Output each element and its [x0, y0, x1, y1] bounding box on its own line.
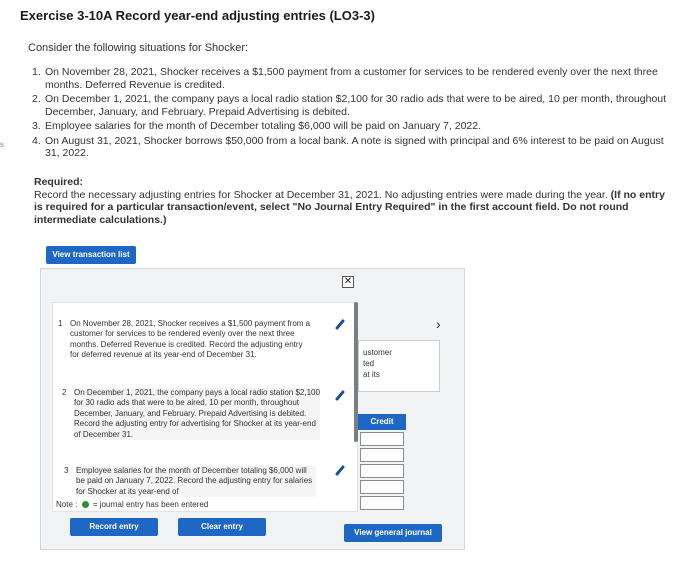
situation-number: 3.	[32, 120, 41, 132]
card-line: ted	[363, 359, 375, 368]
credit-input[interactable]	[360, 464, 404, 478]
transaction-item-3[interactable]: 3 Employee salaries for the month of Dec…	[64, 466, 316, 498]
transaction-text: On December 1, 2021, the company pays a …	[74, 388, 320, 439]
transaction-item-2[interactable]: 2 On December 1, 2021, the company pays …	[62, 388, 320, 441]
note-label: Note :	[56, 500, 78, 509]
credit-input[interactable]	[360, 448, 404, 462]
view-transaction-list-button[interactable]: View transaction list	[46, 246, 136, 264]
page-title: Exercise 3-10A Record year-end adjusting…	[20, 8, 375, 23]
situation-item: 1. On November 28, 2021, Shocker receives…	[32, 66, 672, 91]
intro-text: Consider the following situations for Sh…	[28, 42, 249, 54]
credit-column-header: Credit	[358, 414, 406, 430]
situation-text: Employee salaries for the month of Decem…	[45, 120, 482, 132]
required-text: Record the necessary adjusting entries f…	[34, 188, 608, 201]
transaction-text: Employee salaries for the month of Decem…	[76, 466, 313, 496]
chevron-right-icon[interactable]: ›	[436, 316, 441, 332]
situation-item: 2. On December 1, 2021, the company pays …	[32, 93, 672, 118]
situation-item: 3. Employee salaries for the month of Dec…	[32, 120, 672, 133]
transaction-text: On November 28, 2021, Shocker receives a…	[70, 319, 311, 360]
transaction-index: 1	[58, 319, 63, 328]
credit-input[interactable]	[360, 432, 404, 446]
close-icon[interactable]: ✕	[342, 276, 354, 288]
situation-text: On August 31, 2021, Shocker borrows $50,…	[45, 134, 664, 160]
transaction-index: 3	[64, 466, 69, 475]
situation-list: 1. On November 28, 2021, Shocker receives…	[32, 66, 672, 162]
situation-text: On November 28, 2021, Shocker receives a…	[45, 66, 658, 91]
credit-input[interactable]	[360, 480, 404, 494]
note-text: = journal entry has been entered	[92, 500, 209, 509]
entered-dot-icon	[81, 501, 89, 509]
situation-item: 4. On August 31, 2021, Shocker borrows $5…	[32, 135, 672, 160]
credit-input[interactable]	[360, 496, 404, 510]
transaction-index: 2	[62, 388, 67, 397]
transaction-item-1[interactable]: 1 On November 28, 2021, Shocker receives…	[58, 319, 314, 361]
view-general-journal-button[interactable]: View general journal	[344, 524, 442, 542]
required-heading: Required:	[34, 176, 84, 188]
card-line: at its	[363, 370, 380, 379]
card-line: ustomer	[363, 348, 392, 357]
situation-text: On December 1, 2021, the company pays a …	[45, 93, 667, 118]
record-entry-button[interactable]: Record entry	[70, 518, 158, 536]
background-question-card: ustomer ted at its	[358, 340, 440, 392]
situation-number: 1.	[32, 66, 41, 78]
required-section: Required: Record the necessary adjusting…	[34, 176, 674, 226]
situation-number: 4.	[32, 134, 41, 147]
situation-number: 2.	[32, 93, 41, 105]
legend-note: Note : = journal entry has been entered	[56, 500, 208, 509]
clear-entry-button[interactable]: Clear entry	[178, 518, 266, 536]
gutter-mark: s	[0, 140, 4, 149]
